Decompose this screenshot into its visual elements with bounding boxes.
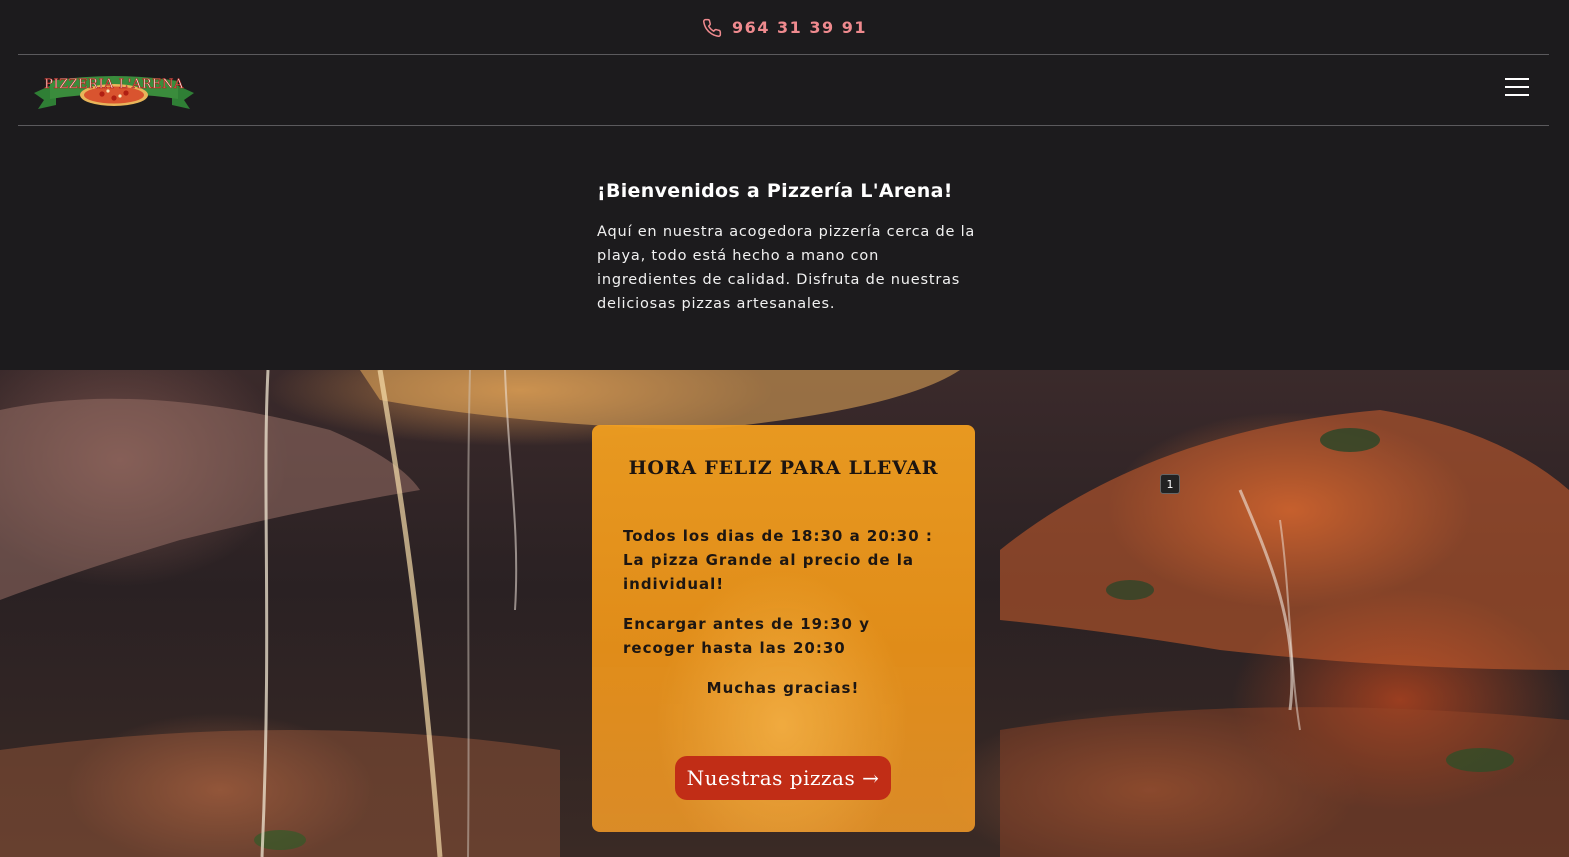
welcome-text: Aquí en nuestra acogedora pizzería cerca… — [597, 224, 976, 312]
happy-hour-pickup: Encargar antes de 19:30 y recoger hasta … — [623, 615, 870, 657]
happy-hour-schedule: Todos los dias de 18:30 a 20:30 : La piz… — [623, 527, 933, 593]
our-pizzas-button[interactable]: Nuestras pizzas → — [675, 756, 891, 800]
top-contact-bar: 964 31 39 91 — [0, 0, 1569, 55]
main-nav: PIZZERIA L'ARENA — [18, 55, 1549, 125]
happy-hour-title: HORA FELIZ PARA LLEVAR — [628, 457, 939, 479]
welcome-title: ¡Bienvenidos a Pizzería L'Arena! — [597, 180, 953, 202]
phone-number-link[interactable]: 964 31 39 91 — [732, 18, 867, 37]
header-divider-bottom — [18, 125, 1549, 126]
hero-pizza-image: HORA FELIZ PARA LLEVAR Todos los dias de… — [0, 370, 1569, 857]
welcome-section: ¡Bienvenidos a Pizzería L'Arena! Aquí en… — [597, 180, 977, 316]
happy-hour-card: HORA FELIZ PARA LLEVAR Todos los dias de… — [592, 425, 975, 832]
svg-text:PIZZERIA L'ARENA: PIZZERIA L'ARENA — [44, 77, 184, 92]
site-logo[interactable]: PIZZERIA L'ARENA — [34, 69, 194, 111]
phone-icon — [702, 18, 722, 38]
overlay-number-badge: 1 — [1160, 474, 1180, 494]
hamburger-menu-icon[interactable] — [1505, 77, 1529, 97]
happy-hour-thanks: Muchas gracias! — [706, 679, 860, 697]
